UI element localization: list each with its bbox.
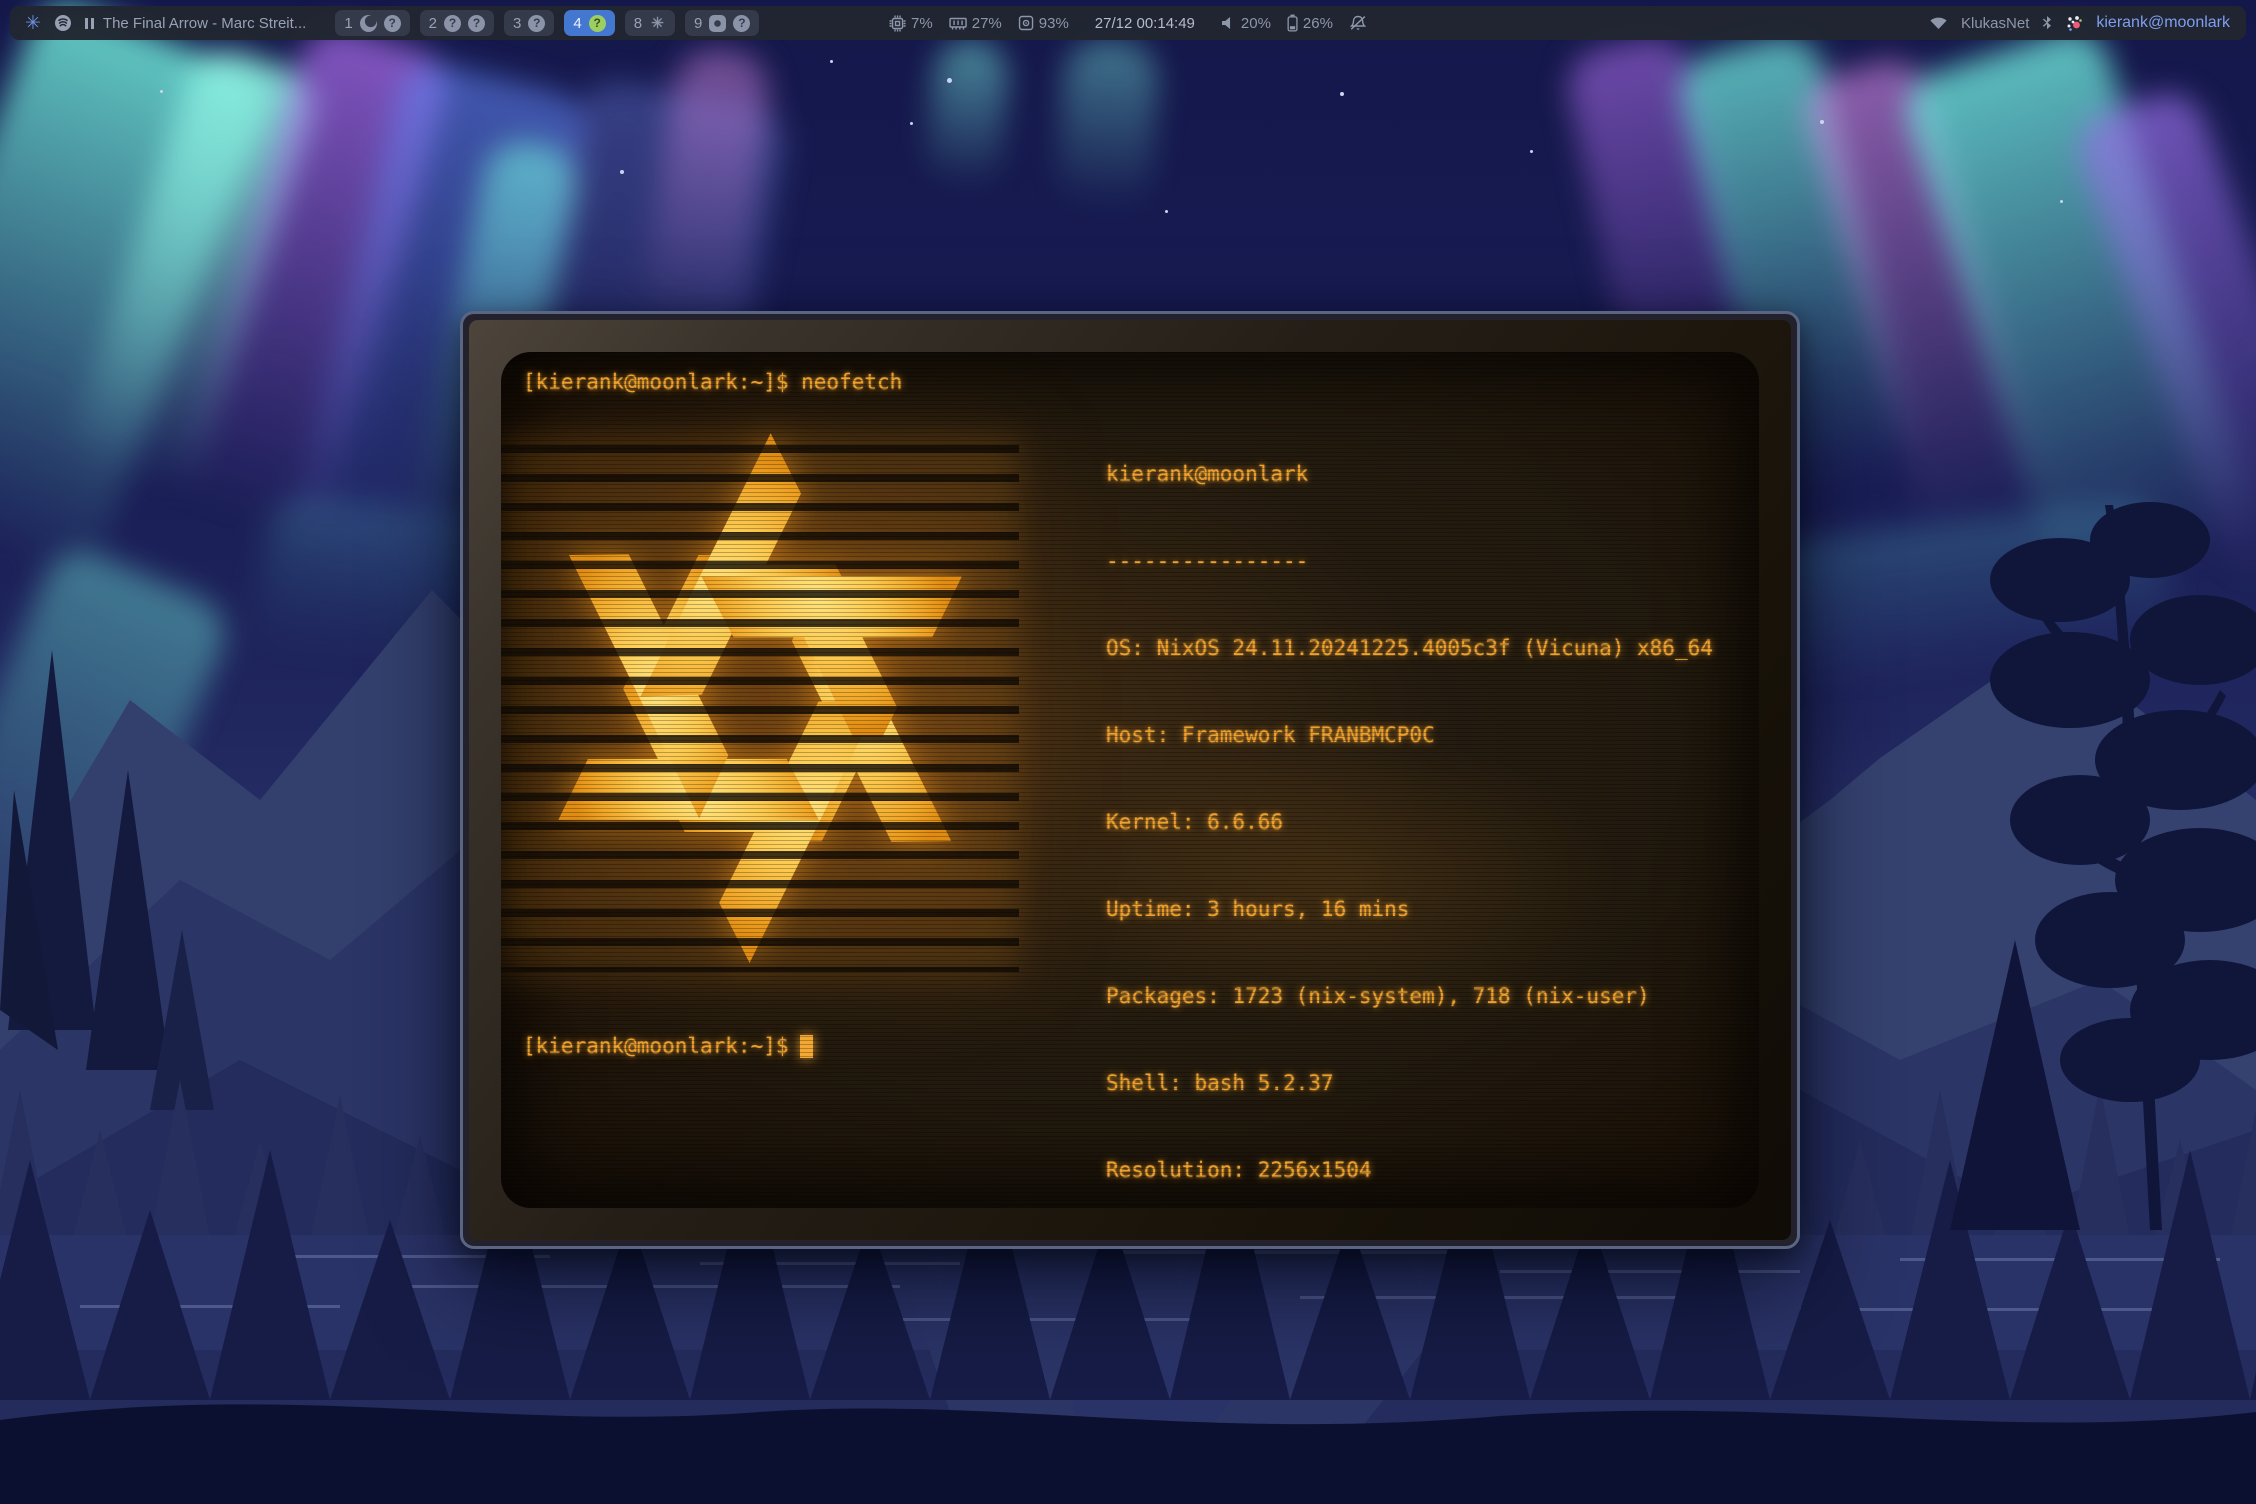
memory-usage: 27% bbox=[972, 15, 1002, 32]
workspace-2[interactable]: 2?? bbox=[420, 10, 494, 36]
desktop: { "bar": { "launcher_glyph": "✳", "media… bbox=[0, 0, 2256, 1504]
logo-scanline-stripes bbox=[501, 424, 1019, 972]
disk-module[interactable]: 93% bbox=[1018, 15, 1069, 32]
neofetch-kernel: Kernel: 6.6.66 bbox=[1106, 808, 1726, 837]
unknown-app-icon: ? bbox=[733, 15, 750, 32]
prompt-text: [kierank@moonlark:~]$ bbox=[523, 1032, 789, 1061]
wifi-icon[interactable] bbox=[1929, 16, 1948, 30]
network-ssid[interactable]: KlukasNet bbox=[1961, 15, 2029, 32]
cpu-usage: 7% bbox=[911, 15, 933, 32]
nixos-logo bbox=[501, 424, 1019, 972]
tray-app-icon[interactable] bbox=[2065, 14, 2083, 32]
terminal-cursor bbox=[800, 1035, 813, 1058]
speaker-icon bbox=[1221, 16, 1236, 30]
media-title: The Final Arrow - Marc Streit... bbox=[103, 15, 306, 32]
workspace-9[interactable]: 9? bbox=[685, 10, 759, 36]
neofetch-packages: Packages: 1723 (nix-system), 718 (nix-us… bbox=[1106, 982, 1726, 1011]
workspace-number: 3 bbox=[513, 15, 521, 32]
workspace-number: 1 bbox=[344, 15, 352, 32]
bluetooth-icon[interactable] bbox=[2042, 15, 2052, 31]
terminal-command-line: [kierank@moonlark:~]$ neofetch bbox=[523, 368, 902, 397]
neofetch-host: Host: Framework FRANBMCP0C bbox=[1106, 721, 1726, 750]
unknown-app-icon: ? bbox=[589, 15, 606, 32]
workspace-number: 2 bbox=[429, 15, 437, 32]
bar-right-modules: KlukasNet kierank@moonlark bbox=[1929, 14, 2246, 32]
terminal-screen[interactable]: [kierank@moonlark:~]$ neofetch bbox=[501, 352, 1759, 1208]
neofetch-info: kierank@moonlark ---------------- OS: Ni… bbox=[1106, 402, 1726, 1208]
battery-level: 26% bbox=[1303, 15, 1333, 32]
bell-slash-icon[interactable] bbox=[1349, 15, 1367, 31]
workspace-number: 8 bbox=[634, 15, 642, 32]
memory-icon bbox=[949, 16, 967, 31]
neofetch-os: OS: NixOS 24.11.20241225.4005c3f (Vicuna… bbox=[1106, 634, 1726, 663]
workspace-number: 4 bbox=[573, 15, 581, 32]
nix-app-icon: ✳ bbox=[649, 15, 666, 32]
workspaces: 1?2??3?4?8✳9? bbox=[335, 10, 759, 36]
battery-icon bbox=[1287, 14, 1298, 32]
media-player-module[interactable]: The Final Arrow - Marc Streit... bbox=[85, 15, 306, 32]
cpu-icon bbox=[889, 15, 906, 32]
unknown-app-icon: ? bbox=[468, 15, 485, 32]
cpu-module[interactable]: 7% bbox=[889, 15, 933, 32]
volume-module[interactable]: 20% bbox=[1221, 15, 1271, 32]
app-icon bbox=[709, 15, 726, 32]
moon-app-icon bbox=[360, 15, 377, 32]
top-bar: ✳ The Final Arrow - Marc Streit... 1?2??… bbox=[10, 6, 2246, 40]
pause-icon bbox=[85, 18, 94, 29]
neofetch-shell: Shell: bash 5.2.37 bbox=[1106, 1069, 1726, 1098]
nix-launcher-icon[interactable]: ✳ bbox=[25, 14, 41, 33]
crt-bezel: [kierank@moonlark:~]$ neofetch bbox=[469, 320, 1791, 1240]
user-indicator[interactable]: kierank@moonlark bbox=[2096, 14, 2230, 32]
neofetch-title: kierank@moonlark bbox=[1106, 460, 1726, 489]
unknown-app-icon: ? bbox=[444, 15, 461, 32]
workspace-3[interactable]: 3? bbox=[504, 10, 554, 36]
terminal-prompt-line[interactable]: [kierank@moonlark:~]$ bbox=[523, 1032, 813, 1061]
disk-icon bbox=[1018, 15, 1034, 31]
neofetch-underline: ---------------- bbox=[1106, 547, 1726, 576]
clock[interactable]: 27/12 00:14:49 bbox=[1095, 15, 1195, 32]
unknown-app-icon: ? bbox=[384, 15, 401, 32]
disk-usage: 93% bbox=[1039, 15, 1069, 32]
neofetch-resolution: Resolution: 2256x1504 bbox=[1106, 1156, 1726, 1185]
neofetch-uptime: Uptime: 3 hours, 16 mins bbox=[1106, 895, 1726, 924]
workspace-number: 9 bbox=[694, 15, 702, 32]
bar-left-modules: ✳ The Final Arrow - Marc Streit... 1?2??… bbox=[10, 10, 759, 36]
bar-center-modules: 7% 27% 93% 27/12 00:14:49 20% bbox=[889, 6, 1367, 40]
workspace-4[interactable]: 4? bbox=[564, 10, 614, 36]
memory-module[interactable]: 27% bbox=[949, 15, 1002, 32]
workspace-1[interactable]: 1? bbox=[335, 10, 409, 36]
unknown-app-icon: ? bbox=[528, 15, 545, 32]
workspace-8[interactable]: 8✳ bbox=[625, 10, 675, 36]
battery-module[interactable]: 26% bbox=[1287, 14, 1333, 32]
terminal-window[interactable]: [kierank@moonlark:~]$ neofetch bbox=[460, 311, 1800, 1249]
spotify-icon[interactable] bbox=[54, 14, 72, 32]
volume-level: 20% bbox=[1241, 15, 1271, 32]
